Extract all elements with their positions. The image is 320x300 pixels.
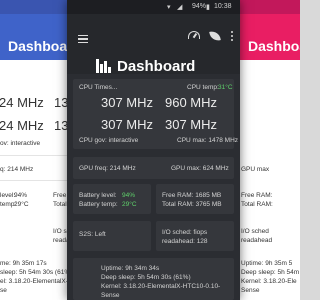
left-total-ram: Total [53,201,67,208]
wifi-icon: ▾ [167,4,171,11]
left-freq-a: 24 MHz [0,95,44,110]
right-app-bar: Dashboard [232,14,300,60]
right-total-ram: Total RAM: [241,201,273,208]
leaf-icon[interactable] [209,30,221,42]
battery-temp-label: Battery temp: [79,201,118,208]
battery-percent: 94% [192,3,207,10]
left-battery-level-label: level: [0,192,16,199]
cpu-gov: CPU gov: interactive [79,137,139,144]
deep-sleep: Deep sleep: 5h 54m 30s (61%) [101,274,191,281]
cpu-freq-core-2: 960 MHz [165,95,218,110]
battery-icon: ▮ [206,4,210,11]
left-battery-level-value: 94% [14,192,28,199]
cpu-card[interactable]: CPU Times... CPU temp: 31°C 307 MHz 960 … [73,79,238,149]
page-title: Dashboard [117,58,196,75]
left-freq-c: 24 MHz [0,118,44,133]
right-deep-sleep: Deep sleep: 5h 54m [241,269,300,276]
cpu-freq-core-1: 307 MHz [101,95,154,110]
left-deep-sleep: sleep: 5h 54m 30s (61%) [0,269,73,276]
cpu-times-label: CPU Times... [79,84,118,91]
gpu-freq: GPU freq: 214 MHz [79,165,136,172]
left-gpu-freq: q: 214 MHz [0,166,34,173]
left-uptime: me: 9h 35m 17s [0,260,47,267]
io-card[interactable]: I/O sched: fiops readahead: 128 [156,221,234,251]
right-free-ram: Free RAM: [241,192,273,199]
left-kernel-cont: se [0,287,7,294]
menu-icon[interactable] [78,35,88,43]
more-options-icon[interactable] [231,31,233,41]
right-readahead: readahead [241,237,273,244]
right-app-title: Dashboard [248,38,300,54]
battery-level-label: Battery level: [79,192,117,199]
io-readahead: readahead: 128 [162,238,208,245]
free-ram: Free RAM: 1685 MB [162,192,222,199]
left-battery-temp-value: 29°C [14,201,29,208]
signal-icon: ◢ [177,4,183,11]
battery-level-value: 94% [122,192,136,199]
right-kernel-cont: Sense [241,287,260,294]
right-uptime: Uptime: 9h 35m 5 [241,260,293,267]
right-app-preview[interactable]: Dashboard GPU max Free RAM: Total RAM: I… [232,0,300,300]
gpu-card[interactable]: GPU freq: 214 MHz GPU max: 624 MHz [73,157,234,179]
total-ram: Total RAM: 3765 MB [162,201,222,208]
status-bar: ▾ ◢ 94% ▮ 10:38 [67,0,240,14]
cpu-freq-core-3: 307 MHz [101,117,154,132]
uptime-card[interactable]: Uptime: 9h 34m 34s Deep sleep: 5h 54m 30… [73,258,234,300]
right-io-sched: I/O sched [241,228,269,235]
battery-card[interactable]: Battery level: 94% Battery temp: 29°C [73,184,151,214]
right-kernel: Kernel: 3.18.20-Ele [241,278,297,285]
right-status-bar [232,0,300,14]
bar-chart-icon [96,59,112,73]
ram-card[interactable]: Free RAM: 1685 MB Total RAM: 3765 MB [156,184,234,214]
cpu-temp-value: 31°C [218,84,233,91]
battery-temp-value: 29°C [122,201,137,208]
gauge-icon[interactable] [188,31,200,39]
main-app-window[interactable]: ▾ ◢ 94% ▮ 10:38 Dashboard CPU Times... C… [67,0,240,300]
cpu-temp-label: CPU temp: [187,84,219,91]
left-cpu-gov: ov: interactive [0,140,41,147]
right-gpu-max: GPU max [241,166,270,173]
cpu-max: CPU max: 1478 MHz [177,137,239,144]
gpu-max: GPU max: 624 MHz [171,165,229,172]
left-free-ram: Free [53,192,67,199]
uptime: Uptime: 9h 34m 34s [101,265,160,272]
app-bar: Dashboard [67,14,240,75]
cpu-freq-core-4: 307 MHz [165,117,218,132]
s2s-label: S2S: Left [79,231,106,238]
s2s-card[interactable]: S2S: Left [73,221,151,251]
kernel-version: Kernel: 3.18.20-ElementalX-HTC10-0.10- [101,283,221,290]
clock: 10:38 [214,3,232,10]
kernel-version-cont: Sense [101,292,120,299]
io-scheduler: I/O sched: fiops [162,229,208,236]
